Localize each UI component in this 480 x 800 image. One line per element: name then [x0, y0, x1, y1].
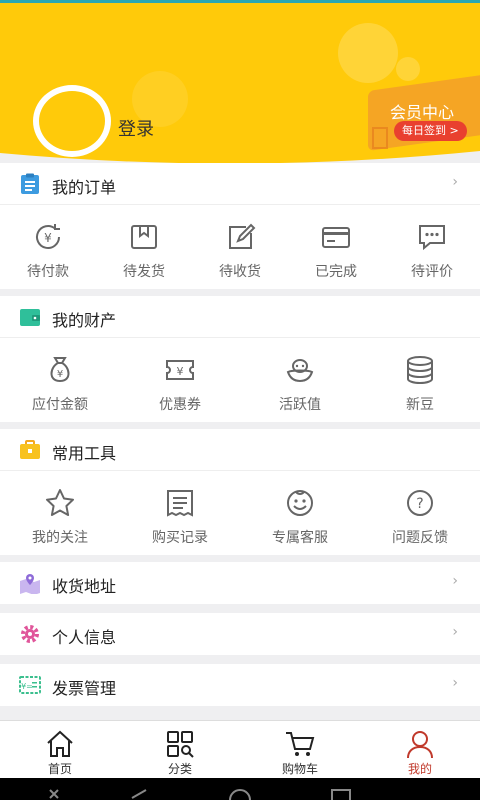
tool-item-label: 我的关注	[32, 530, 88, 546]
asset-item-label: 活跃值	[279, 397, 321, 413]
tab-label: 分类	[167, 762, 192, 776]
row-personal-info[interactable]: 个人信息 ›	[0, 613, 480, 655]
edit-icon	[229, 223, 256, 249]
row-label: 发票管理	[52, 679, 117, 698]
star-icon	[46, 489, 74, 516]
home-icon	[47, 730, 73, 757]
tab-home[interactable]: 首页	[0, 721, 120, 778]
order-item-label: 待收货	[219, 264, 261, 280]
orders-grid: ¥ 待付款 待发货 待收货 已完成 待评价	[0, 205, 480, 289]
tab-category[interactable]: 分类	[120, 721, 240, 778]
chevron-right-icon: ›	[452, 624, 458, 640]
orders-title: 我的订单	[52, 178, 117, 197]
order-item-label: 待付款	[27, 264, 69, 280]
order-pending-receipt[interactable]: 待收货	[192, 205, 288, 289]
category-icon	[167, 731, 194, 758]
box-icon	[131, 225, 157, 249]
coupon-icon: ¥	[166, 360, 194, 380]
tools-card: 常用工具 我的关注 购买记录 专属客服 ? 问题反馈	[0, 429, 480, 555]
activity-icon	[286, 359, 314, 383]
member-center-title: 会员中心	[390, 103, 455, 122]
chat-icon	[419, 225, 445, 251]
asset-amount-due[interactable]: ¥ 应付金额	[0, 338, 120, 422]
order-item-label: 已完成	[315, 264, 357, 280]
tool-item-label: 专属客服	[272, 530, 328, 546]
wallet-icon	[20, 309, 40, 326]
order-pending-shipment[interactable]: 待发货	[96, 205, 192, 289]
svg-text:¥: ¥	[57, 369, 63, 380]
row-shipping-address[interactable]: 收货地址 ›	[0, 562, 480, 604]
back-icon[interactable]	[128, 788, 152, 800]
asset-item-label: 应付金额	[32, 397, 88, 413]
tool-item-label: 购买记录	[152, 530, 208, 546]
assets-card: 我的财产 ¥ 应付金额 ¥ 优惠券 活跃值 新豆	[0, 296, 480, 422]
order-item-label: 待评价	[411, 264, 453, 280]
asset-activity[interactable]: 活跃值	[240, 338, 360, 422]
tab-profile[interactable]: 我的	[360, 721, 480, 778]
map-pin-icon	[20, 574, 40, 594]
assets-title: 我的财产	[52, 311, 117, 330]
clipboard-icon	[21, 173, 39, 194]
svg-text:?: ?	[416, 496, 423, 512]
toolbox-icon	[20, 440, 40, 459]
card-icon	[322, 227, 350, 248]
asset-beans[interactable]: 新豆	[360, 338, 480, 422]
recent-apps-icon[interactable]	[48, 788, 72, 800]
chevron-right-icon: ›	[452, 573, 458, 589]
tools-grid: 我的关注 购买记录 专属客服 ? 问题反馈	[0, 471, 480, 555]
tool-item-label: 问题反馈	[392, 530, 448, 546]
tab-label: 首页	[47, 762, 72, 776]
invoice-icon: ¥=	[19, 676, 41, 694]
tools-header: 常用工具	[0, 429, 480, 471]
cart-icon	[286, 732, 315, 756]
chevron-right-icon: ›	[452, 174, 458, 190]
orders-card: 我的订单 › ¥ 待付款 待发货 待收货 已完成 待评价	[0, 163, 480, 289]
daily-signin-button[interactable]: 每日签到 >	[394, 121, 467, 141]
smiley-icon	[287, 490, 313, 516]
row-label: 收货地址	[52, 577, 117, 596]
svg-text:¥=: ¥=	[21, 682, 33, 691]
member-deco-icon	[372, 127, 388, 149]
tool-customer-service[interactable]: 专属客服	[240, 471, 360, 555]
member-center-badge[interactable]: 会员中心 每日签到 >	[368, 75, 480, 151]
login-link[interactable]: 登录	[118, 115, 154, 141]
svg-text:¥: ¥	[44, 231, 52, 245]
order-pending-review[interactable]: 待评价	[384, 205, 480, 289]
tab-label: 我的	[407, 762, 432, 776]
order-pending-payment[interactable]: ¥ 待付款	[0, 205, 96, 289]
asset-item-label: 优惠券	[159, 397, 201, 413]
receipt-icon	[167, 490, 193, 517]
settings-gear-icon	[21, 625, 39, 643]
row-label: 个人信息	[52, 628, 117, 647]
bottom-tab-bar: 首页 分类 购物车 我的	[0, 720, 480, 778]
tool-purchase-history[interactable]: 购买记录	[120, 471, 240, 555]
coins-icon	[407, 356, 433, 385]
profile-header: 登录 会员中心 每日签到 >	[0, 3, 480, 163]
assets-grid: ¥ 应付金额 ¥ 优惠券 活跃值 新豆	[0, 338, 480, 422]
home-nav-icon[interactable]	[228, 788, 252, 800]
svg-text:¥: ¥	[177, 365, 184, 378]
asset-item-label: 新豆	[406, 397, 434, 413]
tool-feedback[interactable]: ? 问题反馈	[360, 471, 480, 555]
tool-my-follows[interactable]: 我的关注	[0, 471, 120, 555]
question-icon: ?	[407, 490, 433, 516]
tab-cart[interactable]: 购物车	[240, 721, 360, 778]
orders-header[interactable]: 我的订单 ›	[0, 163, 480, 205]
yuan-refresh-icon: ¥	[36, 224, 60, 249]
profile-icon	[407, 731, 433, 759]
avatar[interactable]	[33, 85, 111, 157]
overview-icon[interactable]	[330, 788, 354, 800]
system-nav-bar	[0, 778, 480, 800]
order-completed[interactable]: 已完成	[288, 205, 384, 289]
chevron-right-icon: ›	[452, 675, 458, 691]
asset-coupon[interactable]: ¥ 优惠券	[120, 338, 240, 422]
tab-label: 购物车	[281, 762, 318, 776]
row-invoice-management[interactable]: ¥= 发票管理 ›	[0, 664, 480, 706]
money-bag-icon: ¥	[50, 357, 70, 383]
tools-title: 常用工具	[52, 444, 117, 463]
assets-header: 我的财产	[0, 296, 480, 338]
order-item-label: 待发货	[123, 264, 165, 280]
